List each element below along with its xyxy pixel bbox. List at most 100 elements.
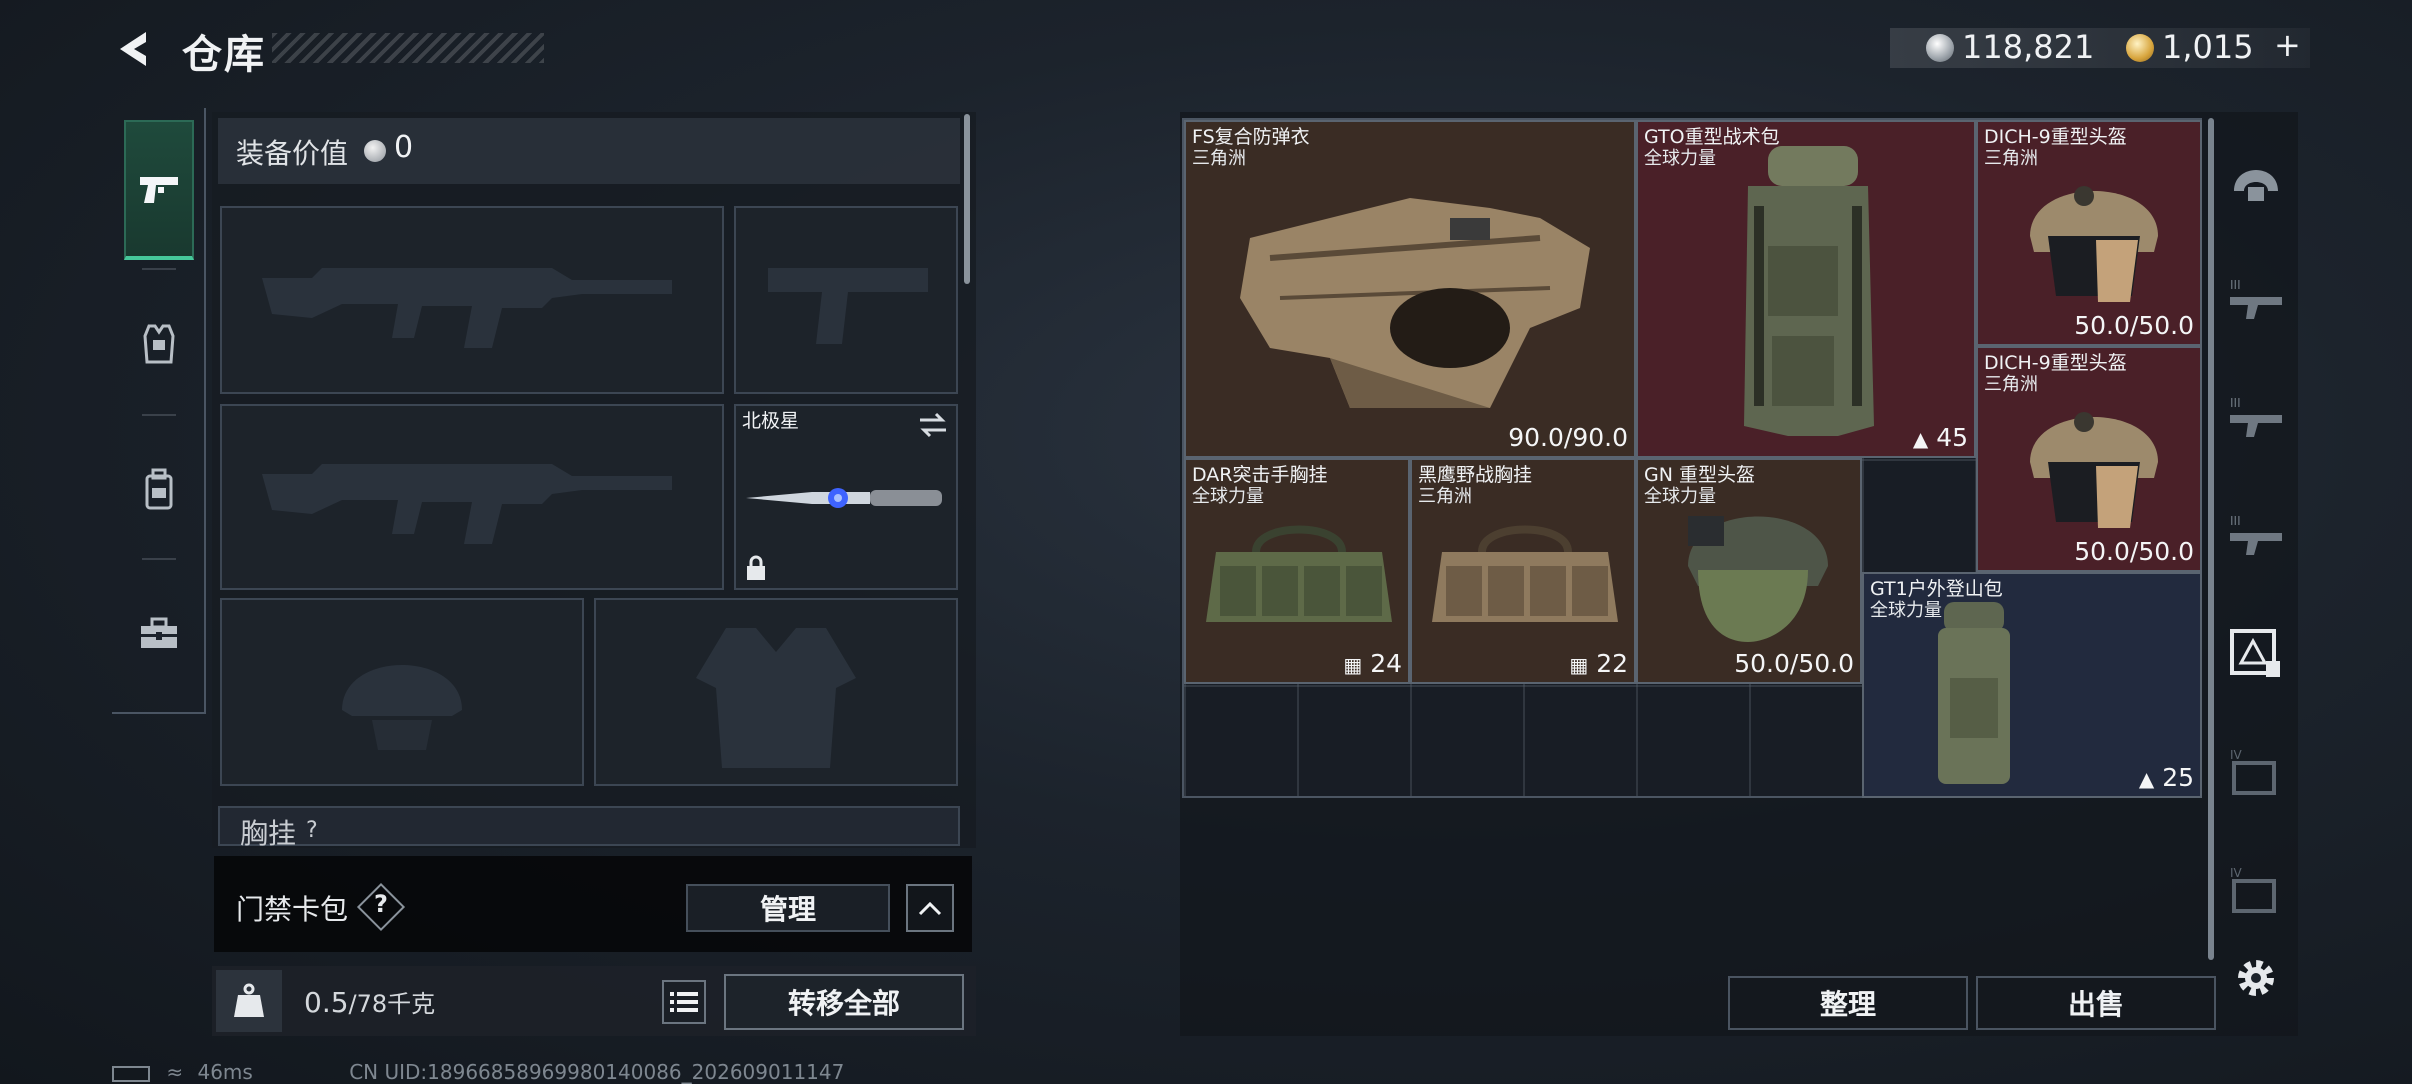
chest-rig-label: 胸挂 bbox=[240, 817, 297, 850]
tier4-box-tab-icon: IV bbox=[2230, 866, 2276, 913]
svg-text:III: III bbox=[2230, 514, 2241, 528]
item-durability: 90.0/90.0 bbox=[1508, 423, 1628, 452]
equipment-value-label: 装备价值 bbox=[236, 137, 349, 170]
list-view-button[interactable] bbox=[662, 980, 706, 1024]
melee-slot[interactable]: 北极星 bbox=[734, 404, 958, 590]
svg-text:III: III bbox=[2230, 396, 2241, 410]
currency-bar: 118,821 1,015 + bbox=[1890, 26, 2310, 68]
item-durability: 50.0/50.0 bbox=[2074, 311, 2194, 340]
stash-item-fs-armor[interactable]: FS复合防弹衣 三角洲 90.0/90.0 bbox=[1184, 120, 1636, 458]
keycard-label: 门禁卡包 bbox=[236, 893, 349, 926]
item-capacity: ▲ 25 bbox=[2139, 763, 2194, 792]
battery-icon bbox=[112, 1065, 150, 1082]
stash-item-dar-rig[interactable]: DAR突击手胸挂 全球力量 ▦ 24 bbox=[1184, 458, 1410, 684]
stash-item-gto-backpack[interactable]: GTO重型战术包 全球力量 ▲ 45 bbox=[1636, 120, 1976, 458]
helmet-tab-icon bbox=[2234, 170, 2278, 201]
rifle-silhouette-icon bbox=[262, 464, 672, 544]
back-button[interactable] bbox=[112, 26, 158, 72]
equipment-scrollbar[interactable] bbox=[964, 114, 970, 284]
toolbox-icon bbox=[141, 617, 177, 648]
ping-readout: 46ms bbox=[197, 1060, 253, 1084]
backpack-image bbox=[1938, 602, 2010, 784]
filter-tab-warning-box[interactable] bbox=[2214, 598, 2298, 708]
item-name: DICH-9重型头盔 bbox=[1984, 126, 2127, 148]
title-decoration bbox=[272, 33, 544, 63]
vest-silhouette-icon bbox=[696, 628, 856, 768]
item-faction: 三角洲 bbox=[1418, 486, 1472, 507]
settings-button[interactable] bbox=[2232, 954, 2280, 1004]
item-capacity-value: 22 bbox=[1596, 649, 1628, 678]
item-capacity-value: 45 bbox=[1936, 423, 1968, 452]
filter-tab-helmet[interactable] bbox=[2214, 126, 2298, 236]
helmet-silhouette-icon bbox=[342, 665, 462, 750]
currency-primary: 118,821 bbox=[1962, 28, 2095, 66]
weight-icon-box bbox=[216, 970, 282, 1032]
tab-separator bbox=[142, 268, 176, 270]
tab-weapons[interactable] bbox=[124, 120, 194, 260]
weight-current: 0.5 bbox=[304, 986, 349, 1019]
currency-add-button[interactable]: + bbox=[2274, 26, 2301, 64]
backpack-image bbox=[1744, 146, 1874, 436]
vest-small-icon: ▦ bbox=[1343, 653, 1363, 677]
back-arrow-icon bbox=[120, 32, 146, 66]
wifi-icon: ≈ bbox=[166, 1060, 184, 1084]
item-name: DICH-9重型头盔 bbox=[1984, 352, 2127, 374]
sort-button[interactable]: 整理 bbox=[1728, 976, 1968, 1030]
secondary-weapon-slot[interactable] bbox=[220, 404, 724, 590]
item-durability: 50.0/50.0 bbox=[1734, 649, 1854, 678]
item-capacity: ▲ 45 bbox=[1913, 423, 1968, 452]
manage-button[interactable]: 管理 bbox=[686, 884, 890, 932]
chest-rig-help[interactable]: ? bbox=[306, 818, 318, 843]
tab-toolbox[interactable] bbox=[124, 564, 194, 704]
primary-weapon-slot[interactable] bbox=[220, 206, 724, 394]
melee-weapon-name: 北极星 bbox=[742, 410, 800, 432]
equipment-value: 0 bbox=[394, 130, 414, 165]
filter-tab-tier3-c[interactable]: III bbox=[2214, 480, 2298, 590]
item-capacity-value: 25 bbox=[2162, 763, 2194, 792]
tab-backpack[interactable] bbox=[124, 420, 194, 560]
item-capacity: ▦ 24 bbox=[1343, 649, 1402, 678]
filter-tab-tier3-b[interactable]: III bbox=[2214, 362, 2298, 472]
item-name: FS复合防弹衣 bbox=[1192, 126, 1310, 148]
status-bar: ≈ 46ms CN UID:18966858969980140086_20260… bbox=[112, 1060, 844, 1084]
weight-icon bbox=[234, 983, 264, 1017]
collapse-button[interactable] bbox=[906, 884, 954, 932]
chevron-up-icon bbox=[918, 901, 942, 916]
filter-tab-tier3-a[interactable]: III bbox=[2214, 244, 2298, 354]
backpack-icon bbox=[145, 468, 173, 510]
uid-readout: CN UID:18966858969980140086_202609011147 bbox=[349, 1060, 845, 1084]
item-durability: 50.0/50.0 bbox=[2074, 537, 2194, 566]
stash-item-blackhawk-rig[interactable]: 黑鹰野战胸挂 三角洲 ▦ 22 bbox=[1410, 458, 1636, 684]
item-faction: 全球力量 bbox=[1644, 148, 1716, 169]
item-name: GN 重型头盔 bbox=[1644, 464, 1755, 486]
stash-item-dich9-helmet[interactable]: DICH-9重型头盔 三角洲 50.0/50.0 bbox=[1976, 120, 2202, 346]
armor-slot[interactable] bbox=[594, 598, 958, 786]
helmet-image bbox=[1688, 516, 1828, 642]
chest-rig-row[interactable] bbox=[218, 806, 960, 846]
keycard-help[interactable]: ? bbox=[374, 890, 388, 918]
vest-icon bbox=[143, 324, 175, 364]
svg-text:III: III bbox=[2230, 278, 2241, 292]
weight-max: /78千克 bbox=[348, 990, 436, 1018]
stash-item-dich9-helmet[interactable]: DICH-9重型头盔 三角洲 50.0/50.0 bbox=[1976, 346, 2202, 572]
sell-button[interactable]: 出售 bbox=[1976, 976, 2216, 1030]
stash-item-gt1-backpack[interactable]: GT1户外登山包 全球力量 ▲ 25 bbox=[1862, 572, 2202, 798]
gear-icon bbox=[2238, 960, 2274, 996]
helmet-slot[interactable] bbox=[220, 598, 584, 786]
stash-item-gn-helmet[interactable]: GN 重型头盔 全球力量 50.0/50.0 bbox=[1636, 458, 1862, 684]
knife-icon bbox=[746, 488, 942, 508]
swap-icon[interactable] bbox=[918, 412, 948, 438]
item-name: DAR突击手胸挂 bbox=[1192, 464, 1328, 486]
svg-text:IV: IV bbox=[2230, 748, 2243, 762]
weight-readout: 0.5/78千克 bbox=[304, 984, 435, 1019]
coin-icon bbox=[1926, 34, 1954, 62]
tier3-rifle-tab-icon: III bbox=[2230, 278, 2282, 319]
filter-tab-tier4-a[interactable]: IV bbox=[2214, 716, 2298, 826]
sidearm-slot[interactable] bbox=[734, 206, 958, 394]
tier4-box-tab-icon: IV bbox=[2230, 748, 2276, 795]
filter-tab-tier4-b[interactable]: IV bbox=[2214, 834, 2298, 944]
chest-rig-image bbox=[1432, 525, 1618, 622]
transfer-all-button[interactable]: 转移全部 bbox=[724, 974, 964, 1030]
tab-armor[interactable] bbox=[124, 274, 194, 414]
list-icon bbox=[670, 992, 698, 1012]
